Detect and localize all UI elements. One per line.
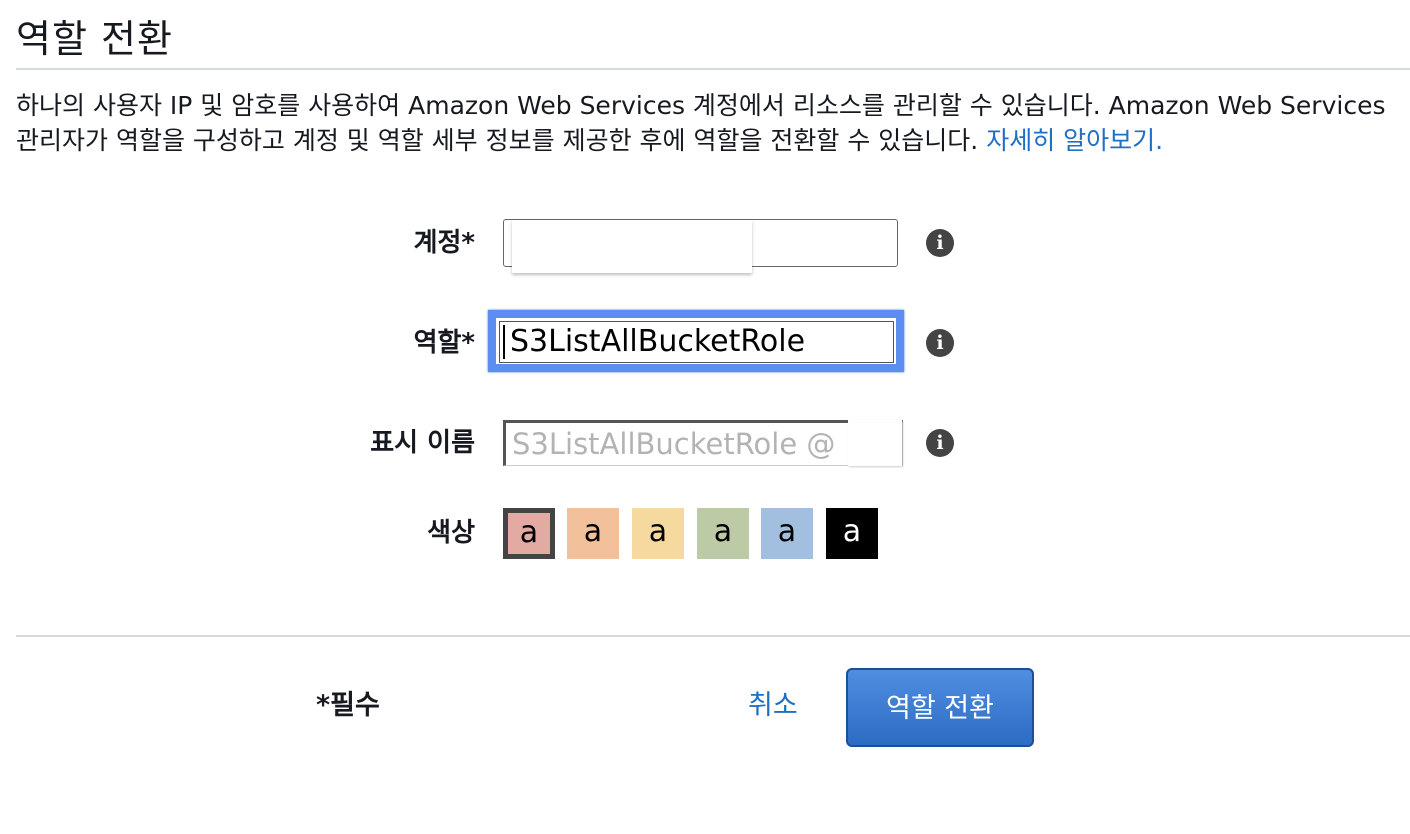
footer-divider [16,635,1410,637]
display-name-label: 표시 이름 [370,428,475,458]
role-input[interactable]: S3ListAllBucketRole [499,321,894,363]
account-info-icon[interactable]: i [926,229,954,257]
color-swatch-6[interactable]: a [826,508,878,559]
color-swatch-2[interactable]: a [567,508,619,559]
role-label: 역할* [413,328,475,358]
redaction-patch [512,220,752,273]
title-divider [16,68,1410,70]
display-name-input[interactable]: S3ListAllBucketRole @ [503,420,903,466]
role-info-icon[interactable]: i [926,329,954,357]
description-text: 하나의 사용자 IP 및 암호를 사용하여 Amazon Web Service… [16,91,1386,155]
switch-role-button[interactable]: 역할 전환 [846,668,1034,747]
cancel-link[interactable]: 취소 [748,686,798,726]
color-swatch-5[interactable]: a [761,508,813,559]
learn-more-link[interactable]: 자세히 알아보기. [986,126,1163,155]
redaction-patch [848,420,902,466]
page-description: 하나의 사용자 IP 및 암호를 사용하여 Amazon Web Service… [16,88,1406,158]
color-swatch-1[interactable]: a [503,508,555,559]
color-swatch-4[interactable]: a [697,508,749,559]
account-label: 계정* [413,228,475,258]
color-label: 색상 [427,518,475,548]
required-note: *필수 [316,690,380,721]
display-name-info-icon[interactable]: i [926,429,954,457]
text-caret [503,325,505,359]
page-title: 역할 전환 [16,17,173,61]
color-swatch-3[interactable]: a [632,508,684,559]
